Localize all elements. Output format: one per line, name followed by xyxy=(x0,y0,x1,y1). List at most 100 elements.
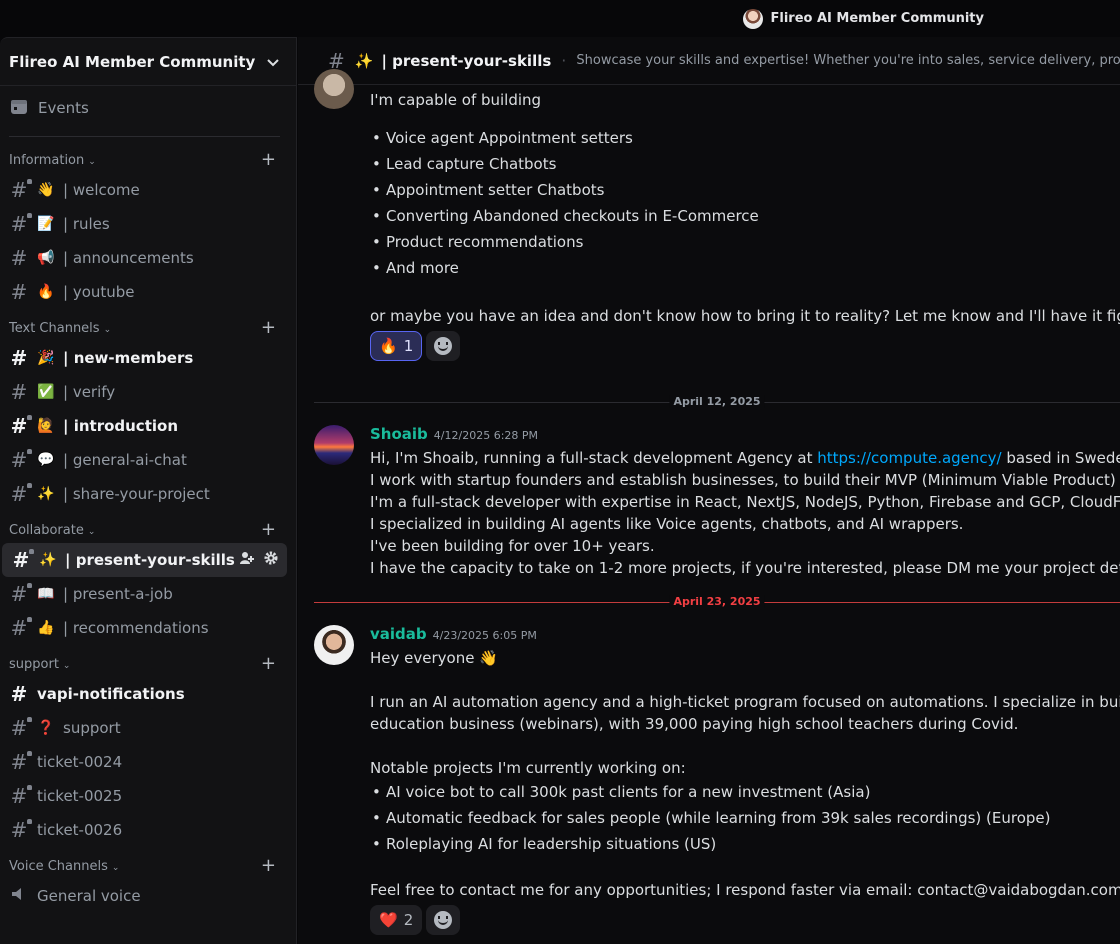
avatar[interactable] xyxy=(314,625,354,665)
category-collaborate[interactable]: Collaborate ⌄ + xyxy=(0,517,296,543)
channel-label: ticket-0026 xyxy=(37,821,123,839)
server-title-chip[interactable]: Flireo AI Member Community xyxy=(742,8,984,29)
add-channel-icon[interactable]: + xyxy=(261,655,276,673)
reaction-count: 2 xyxy=(403,911,414,929)
events-item[interactable]: Events xyxy=(0,86,296,130)
chevron-down-icon: ⌄ xyxy=(62,660,71,671)
hash-icon: # xyxy=(10,414,32,438)
message-text: I have the capacity to take on 1-2 more … xyxy=(370,559,1120,577)
channel-welcome[interactable]: # 👋 | welcome xyxy=(0,173,287,207)
add-channel-icon[interactable]: + xyxy=(261,521,276,539)
channel-general-voice[interactable]: General voice xyxy=(0,879,287,913)
category-information[interactable]: Information ⌄ + xyxy=(0,147,296,173)
timestamp: 4/23/2025 6:05 PM xyxy=(432,629,537,642)
channel-support[interactable]: # ❓ support xyxy=(0,711,287,745)
channel-rules[interactable]: # 📝 | rules xyxy=(0,207,287,241)
date-label: April 23, 2025 xyxy=(669,595,765,608)
channel-emoji: 👍 xyxy=(37,620,55,636)
hash-icon: # xyxy=(10,482,32,506)
fire-icon: 🔥 xyxy=(379,337,398,355)
category-label: support xyxy=(9,656,59,672)
channel-label: | recommendations xyxy=(63,619,209,637)
hash-icon: # xyxy=(10,448,32,472)
channel-emoji: ✨ xyxy=(37,486,55,502)
channel-ticket-0026[interactable]: # ticket-0026 xyxy=(0,813,287,847)
list-item: Automatic feedback for sales people (whi… xyxy=(370,805,1120,831)
channel-general-ai-chat[interactable]: # 💬 | general-ai-chat xyxy=(0,443,287,477)
category-label: Voice Channels xyxy=(9,858,108,874)
channel-emoji: 📝 xyxy=(37,216,55,232)
channel-new-members[interactable]: # 🎉 | new-members xyxy=(0,341,287,375)
message-text: education business (webinars), with 39,0… xyxy=(370,715,1019,733)
smiley-icon xyxy=(434,911,453,929)
reaction-count: 1 xyxy=(403,337,414,355)
chevron-down-icon[interactable] xyxy=(266,55,280,69)
channel-label: ticket-0025 xyxy=(37,787,123,805)
add-reaction-button[interactable] xyxy=(426,905,461,935)
channel-verify[interactable]: # ✅ | verify xyxy=(0,375,287,409)
channel-present-a-job[interactable]: # 📖 | present-a-job xyxy=(0,577,287,611)
hash-icon: # xyxy=(10,178,32,202)
reaction-fire[interactable]: 🔥 1 xyxy=(370,331,423,361)
channel-emoji: 📖 xyxy=(37,586,55,602)
chevron-down-icon: ⌄ xyxy=(111,862,120,873)
new-messages-divider: April 23, 2025 xyxy=(314,595,1120,608)
text-segment: based in Sweden. xyxy=(1006,449,1120,467)
avatar[interactable] xyxy=(314,69,354,109)
date-divider: April 12, 2025 xyxy=(314,395,1120,408)
add-reaction-button[interactable] xyxy=(426,331,461,361)
divider xyxy=(9,136,280,137)
channel-label: ticket-0024 xyxy=(37,753,123,771)
calendar-icon xyxy=(10,97,28,119)
list-item: Voice agent Appointment setters xyxy=(370,125,1120,151)
channel-vapi-notifications[interactable]: # vapi-notifications xyxy=(0,677,287,711)
chevron-down-icon: ⌄ xyxy=(88,156,96,167)
channel-present-your-skills[interactable]: # ✨ | present-your-skills xyxy=(2,543,287,577)
avatar[interactable] xyxy=(314,425,354,465)
channel-label: | share-your-project xyxy=(63,485,210,503)
channel-ticket-0024[interactable]: # ticket-0024 xyxy=(0,745,287,779)
hash-icon: # xyxy=(10,582,32,606)
channel-introduction[interactable]: # 🙋 | introduction xyxy=(0,409,287,443)
invite-icon[interactable] xyxy=(239,550,255,570)
username[interactable]: vaidab xyxy=(370,625,427,643)
channel-topic[interactable]: Showcase your skills and expertise! Whet… xyxy=(576,53,1120,68)
chevron-down-icon: ⌄ xyxy=(87,526,96,537)
top-bar: Flireo AI Member Community xyxy=(0,0,1120,37)
reaction-heart[interactable]: ❤️ 2 xyxy=(370,905,423,935)
header-separator: · xyxy=(561,51,567,70)
channel-ticket-0025[interactable]: # ticket-0025 xyxy=(0,779,287,813)
add-channel-icon[interactable]: + xyxy=(261,857,276,875)
category-support[interactable]: support ⌄ + xyxy=(0,651,296,677)
add-channel-icon[interactable]: + xyxy=(261,319,276,337)
username[interactable]: Shoaib xyxy=(370,425,428,443)
server-name: Flireo AI Member Community xyxy=(9,52,256,71)
server-avatar xyxy=(742,8,763,29)
channel-label: | introduction xyxy=(63,417,178,435)
hash-icon: # xyxy=(10,616,32,640)
gear-icon[interactable] xyxy=(263,550,279,570)
list-item: Lead capture Chatbots xyxy=(370,151,1120,177)
timestamp: 4/12/2025 6:28 PM xyxy=(433,429,539,442)
message-text: I'm a full-stack developer with expertis… xyxy=(370,493,1120,511)
bullet-list: Voice agent Appointment setters Lead cap… xyxy=(370,125,1120,281)
events-label: Events xyxy=(38,99,89,117)
message-text: Notable projects I'm currently working o… xyxy=(370,759,686,777)
category-voice-channels[interactable]: Voice Channels ⌄ + xyxy=(0,853,296,879)
add-channel-icon[interactable]: + xyxy=(261,151,276,169)
category-text-channels[interactable]: Text Channels ⌄ + xyxy=(0,315,296,341)
bullet-list: AI voice bot to call 300k past clients f… xyxy=(370,779,1120,857)
agency-link[interactable]: https://compute.agency/ xyxy=(817,449,1001,467)
message-list: I'm capable of building Voice agent Appo… xyxy=(298,69,1120,935)
channel-share-your-project[interactable]: # ✨ | share-your-project xyxy=(0,477,287,511)
message-text: Feel free to contact me for any opportun… xyxy=(370,881,1120,899)
channel-recommendations[interactable]: # 👍 | recommendations xyxy=(0,611,287,645)
channel-announcements[interactable]: # 📢 | announcements xyxy=(0,241,287,275)
channel-emoji: 💬 xyxy=(37,452,55,468)
channel-emoji: ✨ xyxy=(354,51,374,70)
hash-icon: # xyxy=(10,784,32,808)
channel-label: | rules xyxy=(63,215,110,233)
hash-icon: # xyxy=(10,346,28,370)
server-header[interactable]: Flireo AI Member Community xyxy=(0,38,296,86)
channel-youtube[interactable]: # 🔥 | youtube xyxy=(0,275,287,309)
